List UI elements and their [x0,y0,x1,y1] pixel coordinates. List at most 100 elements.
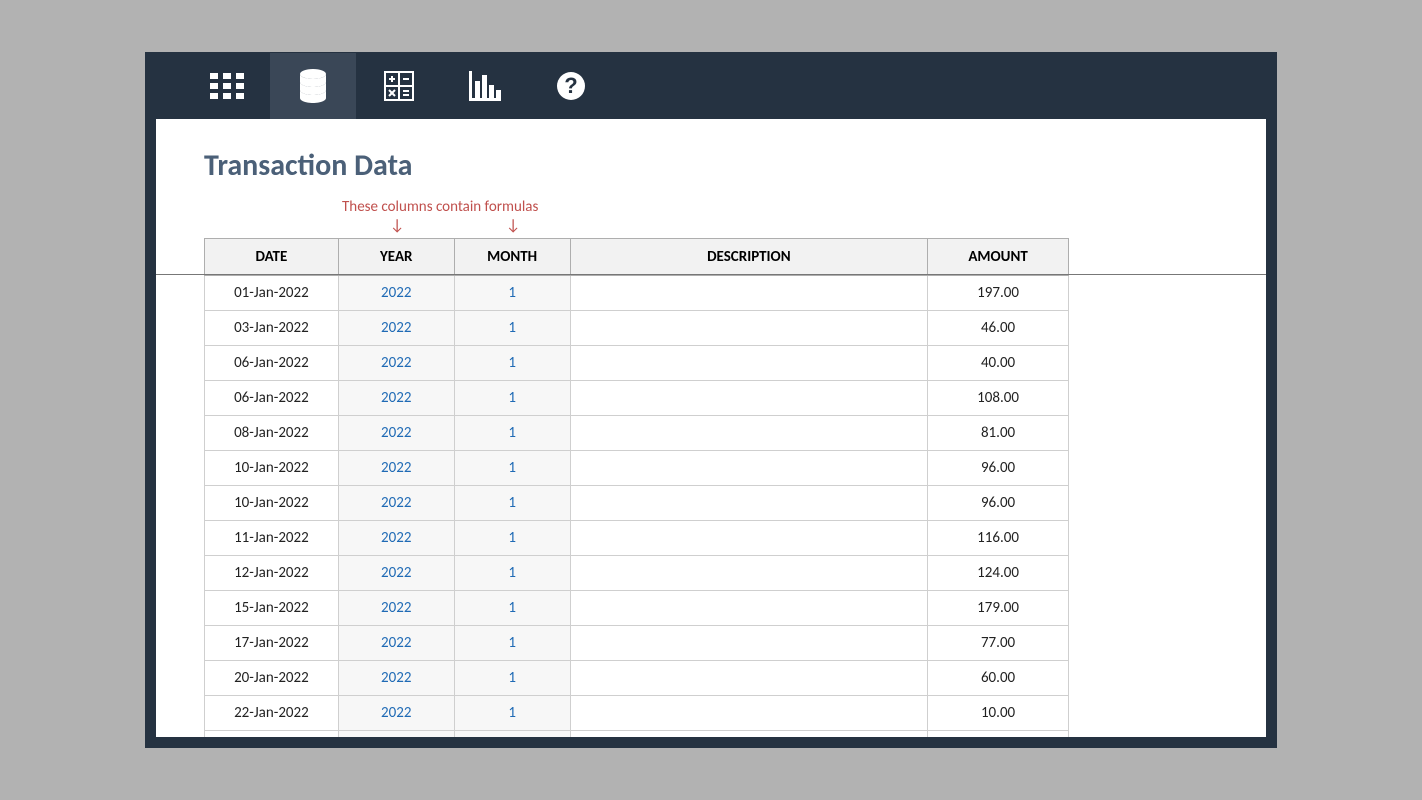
cell-month[interactable]: 1 [454,416,570,451]
cell-description[interactable] [570,661,928,696]
cell-month[interactable]: 1 [454,311,570,346]
cell-month[interactable]: 1 [454,626,570,661]
table-row[interactable]: 10-Jan-202220221 96.00 [205,451,1069,486]
cell-amount[interactable]: 77.00 [928,626,1069,661]
col-month[interactable]: MONTH [454,239,570,276]
cell-description[interactable] [570,626,928,661]
table-row[interactable]: 11-Jan-202220221 116.00 [205,521,1069,556]
cell-month[interactable]: 1 [454,696,570,731]
table-row[interactable]: 01-Jan-202220221 197.00 [205,276,1069,311]
cell-amount[interactable]: 123.00 [928,731,1069,738]
cell-description[interactable] [570,416,928,451]
table-row[interactable]: 03-Jan-202220221 46.00 [205,311,1069,346]
cell-month[interactable]: 1 [454,591,570,626]
nav-help[interactable]: ? [528,53,614,119]
cell-month[interactable]: 1 [454,731,570,738]
col-year[interactable]: YEAR [338,239,454,276]
cell-year[interactable]: 2022 [338,591,454,626]
cell-amount[interactable]: 197.00 [928,276,1069,311]
cell-year[interactable]: 2022 [338,416,454,451]
nav-chart[interactable] [442,53,528,119]
col-amount[interactable]: AMOUNT [928,239,1069,276]
table-row[interactable]: 15-Jan-202220221 179.00 [205,591,1069,626]
cell-month[interactable]: 1 [454,661,570,696]
cell-amount[interactable]: 96.00 [928,486,1069,521]
cell-month[interactable]: 1 [454,521,570,556]
cell-description[interactable] [570,731,928,738]
cell-description[interactable] [570,346,928,381]
cell-amount[interactable]: 179.00 [928,591,1069,626]
table-row[interactable]: 08-Jan-202220221 81.00 [205,416,1069,451]
col-description[interactable]: DESCRIPTION [570,239,928,276]
cell-date[interactable]: 20-Jan-2022 [205,661,339,696]
cell-amount[interactable]: 60.00 [928,661,1069,696]
cell-year[interactable]: 2022 [338,521,454,556]
cell-year[interactable]: 2022 [338,661,454,696]
table-row[interactable]: 25-Jan-202220221 123.00 [205,731,1069,738]
cell-month[interactable]: 1 [454,381,570,416]
nav-database[interactable] [270,53,356,119]
cell-date[interactable]: 25-Jan-2022 [205,731,339,738]
cell-date[interactable]: 11-Jan-2022 [205,521,339,556]
cell-date[interactable]: 03-Jan-2022 [205,311,339,346]
cell-year[interactable]: 2022 [338,626,454,661]
help-icon: ? [556,71,586,101]
cell-year[interactable]: 2022 [338,486,454,521]
cell-year[interactable]: 2022 [338,381,454,416]
cell-year[interactable]: 2022 [338,731,454,738]
cell-amount[interactable]: 81.00 [928,416,1069,451]
arrow-down-icon: ↓ [506,218,520,234]
table-row[interactable]: 10-Jan-202220221 96.00 [205,486,1069,521]
cell-year[interactable]: 2022 [338,696,454,731]
cell-date[interactable]: 17-Jan-2022 [205,626,339,661]
cell-description[interactable] [570,276,928,311]
content-area: Transaction Data These columns contain f… [156,119,1266,737]
cell-date[interactable]: 01-Jan-2022 [205,276,339,311]
cell-amount[interactable]: 108.00 [928,381,1069,416]
cell-date[interactable]: 10-Jan-2022 [205,486,339,521]
cell-description[interactable] [570,696,928,731]
nav-calculator[interactable] [356,53,442,119]
cell-month[interactable]: 1 [454,276,570,311]
nav-grid[interactable] [184,53,270,119]
cell-year[interactable]: 2022 [338,311,454,346]
cell-description[interactable] [570,451,928,486]
formula-note-wrap: These columns contain formulas ↓ ↓ [204,198,1218,238]
table-row[interactable]: 06-Jan-202220221 40.00 [205,346,1069,381]
cell-date[interactable]: 10-Jan-2022 [205,451,339,486]
cell-amount[interactable]: 40.00 [928,346,1069,381]
cell-description[interactable] [570,486,928,521]
cell-month[interactable]: 1 [454,486,570,521]
cell-amount[interactable]: 46.00 [928,311,1069,346]
cell-date[interactable]: 15-Jan-2022 [205,591,339,626]
cell-amount[interactable]: 10.00 [928,696,1069,731]
cell-description[interactable] [570,556,928,591]
calculator-icon [384,71,414,101]
cell-description[interactable] [570,311,928,346]
cell-description[interactable] [570,591,928,626]
cell-date[interactable]: 06-Jan-2022 [205,381,339,416]
cell-year[interactable]: 2022 [338,451,454,486]
cell-year[interactable]: 2022 [338,556,454,591]
cell-amount[interactable]: 96.00 [928,451,1069,486]
cell-date[interactable]: 22-Jan-2022 [205,696,339,731]
table-row[interactable]: 20-Jan-202220221 60.00 [205,661,1069,696]
table-row[interactable]: 06-Jan-202220221 108.00 [205,381,1069,416]
table-row[interactable]: 22-Jan-202220221 10.00 [205,696,1069,731]
cell-description[interactable] [570,521,928,556]
cell-date[interactable]: 12-Jan-2022 [205,556,339,591]
table-row[interactable]: 17-Jan-202220221 77.00 [205,626,1069,661]
cell-year[interactable]: 2022 [338,346,454,381]
cell-date[interactable]: 08-Jan-2022 [205,416,339,451]
cell-month[interactable]: 1 [454,556,570,591]
table-row[interactable]: 12-Jan-202220221 124.00 [205,556,1069,591]
grid-icon [210,73,244,99]
cell-month[interactable]: 1 [454,451,570,486]
cell-amount[interactable]: 116.00 [928,521,1069,556]
cell-month[interactable]: 1 [454,346,570,381]
col-date[interactable]: DATE [205,239,339,276]
cell-amount[interactable]: 124.00 [928,556,1069,591]
cell-date[interactable]: 06-Jan-2022 [205,346,339,381]
cell-year[interactable]: 2022 [338,276,454,311]
cell-description[interactable] [570,381,928,416]
